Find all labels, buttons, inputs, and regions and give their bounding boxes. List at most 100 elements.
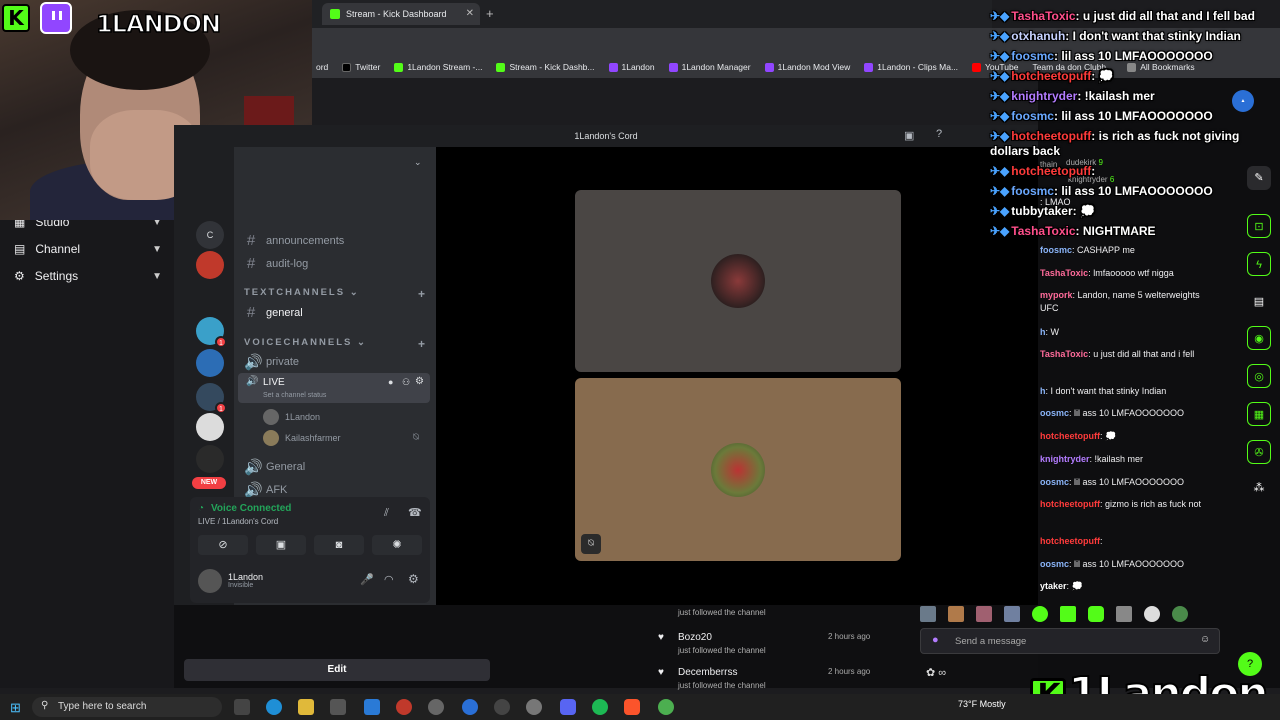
voice-member[interactable]: 1Landon <box>285 412 320 422</box>
edit-button[interactable]: Edit <box>184 659 490 681</box>
app-icon[interactable] <box>462 699 478 715</box>
channel-general[interactable]: # general <box>244 304 428 321</box>
microphone-icon[interactable]: 🎤 <box>360 573 374 586</box>
bookmark[interactable]: 1Landon Stream -... <box>390 62 486 72</box>
server-icon[interactable] <box>196 445 224 473</box>
bookmark[interactable]: Twitter <box>338 62 384 72</box>
bookmark[interactable]: 1Landon Mod View <box>761 62 855 72</box>
channel-private[interactable]: 🔊 private <box>244 353 428 371</box>
voice-channel-live[interactable]: 🔊 LIVE Set a channel status ● ⚇ ⚙ <box>238 373 430 403</box>
emote[interactable] <box>1144 606 1160 622</box>
headphones-icon[interactable]: ◠ <box>384 573 394 586</box>
emote[interactable] <box>948 606 964 622</box>
chat-icon[interactable]: ● <box>388 377 393 387</box>
screen-share-button[interactable]: ▣ <box>256 535 306 555</box>
disconnect-icon[interactable]: ☎ <box>408 506 422 519</box>
discord-icon[interactable] <box>560 699 576 715</box>
video-tile[interactable] <box>575 190 901 372</box>
emote[interactable] <box>1088 606 1104 622</box>
category-voice-channels[interactable]: VOICECHANNELS ⌄ + <box>244 337 425 351</box>
emoji-icon[interactable]: ☺ <box>1200 634 1210 645</box>
chat-username[interactable]: hotcheetopuff <box>1040 431 1100 441</box>
close-tab-icon[interactable]: ✕ <box>466 8 474 19</box>
store-icon[interactable] <box>330 699 346 715</box>
chrome-icon[interactable] <box>658 699 674 715</box>
server-icon[interactable] <box>196 251 224 279</box>
browser-tab-kick-dashboard[interactable]: Stream - Kick Dashboard ✕ <box>322 3 480 25</box>
bookmark[interactable]: ord <box>312 62 332 72</box>
emote[interactable] <box>1116 606 1132 622</box>
server-icon[interactable]: 1 <box>196 383 227 414</box>
channel-status[interactable]: Set a channel status <box>263 392 326 399</box>
voice-location[interactable]: LIVE / 1Landon's Cord <box>198 517 278 526</box>
chat-username[interactable]: oosmc <box>1040 477 1069 487</box>
edit-icon[interactable]: ✎ <box>1247 166 1271 190</box>
channel-announcements[interactable]: # announcements <box>244 232 428 249</box>
server-icon[interactable]: C <box>196 221 224 249</box>
add-channel-icon[interactable]: + <box>418 287 425 301</box>
chevron-down-icon[interactable]: ⌄ <box>414 157 422 168</box>
calculator-icon[interactable] <box>364 699 380 715</box>
edge-icon[interactable] <box>266 699 282 715</box>
chat-input[interactable]: Send a message <box>920 628 1220 654</box>
category-text-channels[interactable]: TEXTCHANNELS ⌄ + <box>244 287 425 301</box>
add-user-icon[interactable]: ⚇ <box>402 377 410 388</box>
bookmark[interactable]: 1Landon Manager <box>665 62 755 72</box>
menu-channel[interactable]: ▤ Channel ▼ <box>14 242 162 256</box>
obs-icon[interactable] <box>494 699 510 715</box>
gear-icon[interactable]: ⚙ <box>415 376 424 387</box>
spotify-icon[interactable] <box>592 699 608 715</box>
windows-start-icon[interactable]: ⊞ <box>10 700 21 716</box>
all-bookmarks[interactable]: All Bookmarks <box>1123 62 1198 72</box>
share-icon[interactable]: ⁂ <box>1247 476 1271 500</box>
gear-icon[interactable]: ⚙ <box>408 572 419 586</box>
video-tile[interactable]: ⍉ <box>575 378 901 561</box>
chat-username[interactable]: TashaToxic <box>1040 349 1088 359</box>
microphone-icon[interactable]: ● <box>932 634 939 646</box>
weather-widget[interactable]: 73°F Mostly <box>958 699 1006 709</box>
server-icon[interactable] <box>196 349 224 377</box>
voice-member[interactable]: Kailashfarmer <box>285 433 341 443</box>
emote[interactable] <box>976 606 992 622</box>
server-icon[interactable] <box>196 413 224 441</box>
noise-suppression-icon[interactable]: ⫽ <box>384 507 389 520</box>
chat-username[interactable]: oosmc <box>1040 408 1069 418</box>
tools-icon[interactable]: ✇ <box>1247 440 1271 464</box>
chat-username[interactable]: oosmc <box>1040 559 1069 569</box>
channel-general-voice[interactable]: 🔊 General <box>244 458 428 476</box>
channel-avatar[interactable]: ▲ <box>1232 90 1254 112</box>
camera-button[interactable]: ⊘ <box>198 535 248 555</box>
chat-username[interactable]: hotcheetopuff <box>1040 499 1100 509</box>
avatar[interactable] <box>198 569 222 593</box>
file-explorer-icon[interactable] <box>298 699 314 715</box>
chat-username[interactable]: TashaToxic <box>1040 268 1088 278</box>
emote[interactable] <box>1004 606 1020 622</box>
taskbar-search[interactable]: ⚲ Type here to search <box>32 697 222 717</box>
document-icon[interactable]: ▤ <box>1247 290 1271 314</box>
emote[interactable] <box>1032 606 1048 622</box>
chat-icon[interactable]: ◉ <box>1247 326 1271 350</box>
bookmark[interactable]: Stream - Kick Dashb... <box>492 62 598 72</box>
app-icon[interactable] <box>526 699 542 715</box>
chat-username[interactable]: hotcheetopuff <box>1040 536 1100 546</box>
brave-icon[interactable] <box>624 699 640 715</box>
new-tab-button[interactable]: + <box>486 6 494 21</box>
target-icon[interactable]: ⊡ <box>1247 214 1271 238</box>
activities-button[interactable]: ◙ <box>314 535 364 555</box>
gear-icon[interactable] <box>428 699 444 715</box>
chat-username[interactable]: knightryder <box>1040 454 1090 464</box>
broadcast-icon[interactable]: ◎ <box>1247 364 1271 388</box>
layout-icon[interactable]: ▦ <box>1247 402 1271 426</box>
help-icon[interactable]: ? <box>936 128 942 140</box>
soundboard-button[interactable]: ✺ <box>372 535 422 555</box>
chat-username[interactable]: ytaker <box>1040 581 1067 591</box>
emote[interactable] <box>920 606 936 622</box>
add-channel-icon[interactable]: + <box>418 337 425 351</box>
chat-username[interactable]: mypork <box>1040 290 1073 300</box>
chat-username[interactable]: foosmc <box>1040 245 1072 255</box>
bookmark[interactable]: 1Landon <box>605 62 659 72</box>
lightning-icon[interactable]: ϟ <box>1247 252 1271 276</box>
app-icon[interactable] <box>396 699 412 715</box>
quick-emotes-icon[interactable]: ✿ ∞ <box>926 666 946 679</box>
menu-settings[interactable]: ⚙ Settings ▼ <box>14 269 162 283</box>
